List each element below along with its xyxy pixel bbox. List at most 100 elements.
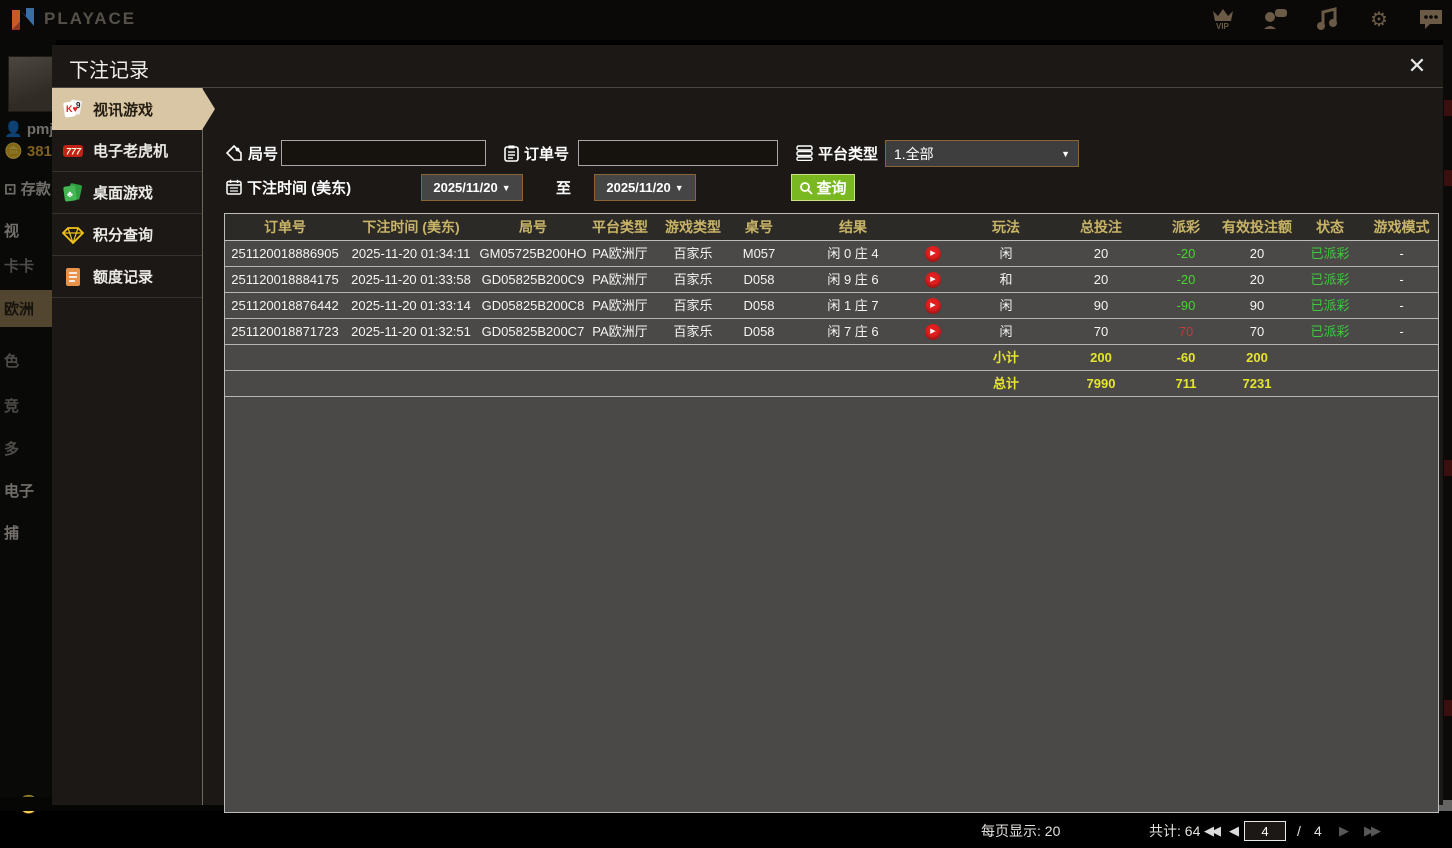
total-pages-label: 4 bbox=[1314, 823, 1322, 839]
order-number-label: 订单号 bbox=[504, 140, 569, 166]
status-cell: 已派彩 bbox=[1295, 293, 1365, 318]
date-range-to-label: 至 bbox=[556, 174, 571, 200]
table-row: 2511200188717232025-11-20 01:32:51GD0582… bbox=[225, 319, 1438, 345]
next-page-button[interactable]: ▶ bbox=[1339, 823, 1346, 839]
total-row-value: 总计 bbox=[963, 371, 1049, 396]
result-cell: 闲 9 庄 6▶ bbox=[783, 267, 963, 292]
table-cell: D058 bbox=[735, 319, 783, 344]
sidebar-item-积分查询[interactable]: 积分查询 bbox=[52, 214, 202, 256]
search-icon bbox=[799, 181, 813, 195]
table-header-row: 订单号下注时间 (美东)局号平台类型游戏类型桌号结果玩法总投注派彩有效投注额状态… bbox=[225, 214, 1438, 241]
table-cell: 20 bbox=[1219, 241, 1295, 266]
logo-text: PLAYACE bbox=[44, 9, 136, 29]
empty-cell bbox=[225, 345, 963, 370]
subtotal-row-value: 小计 bbox=[963, 345, 1049, 370]
music-icon[interactable] bbox=[1312, 4, 1342, 34]
table-cell: GM05725B200HO bbox=[477, 241, 589, 266]
modal-main: 局号 订单号 平台类型 1.全部 ▼ 下注时间 (美东) 2025/11/20 … bbox=[204, 88, 1443, 805]
pagination-bar: 每页显示: 20 共计: 64 ◀◀ ◀ / 4 ▶ ▶▶ bbox=[204, 813, 1443, 848]
column-header: 平台类型 bbox=[589, 214, 651, 240]
vip-crown-icon[interactable]: VIP bbox=[1208, 4, 1238, 34]
replay-play-icon[interactable]: ▶ bbox=[925, 246, 941, 262]
date-from-select[interactable]: 2025/11/20 ▼ bbox=[421, 174, 523, 201]
total-row-value: 711 bbox=[1153, 371, 1219, 396]
platform-list-icon bbox=[796, 145, 813, 161]
column-header: 游戏模式 bbox=[1365, 214, 1438, 240]
replay-play-icon[interactable]: ▶ bbox=[925, 324, 941, 340]
table-cell: 70 bbox=[1049, 319, 1153, 344]
table-cell: 20 bbox=[1219, 267, 1295, 292]
table-cell: 2025-11-20 01:34:11 bbox=[345, 241, 477, 266]
table-cell: 20 bbox=[1049, 267, 1153, 292]
page-number-input[interactable] bbox=[1244, 821, 1286, 841]
subtotal-row: 小计200-60200 bbox=[225, 345, 1438, 371]
sidebar-item-电子老虎机[interactable]: 777 电子老虎机 bbox=[52, 130, 202, 172]
payout-cell: -20 bbox=[1153, 241, 1219, 266]
table-cell: 2025-11-20 01:33:14 bbox=[345, 293, 477, 318]
table-cell: PA欧洲厅 bbox=[589, 293, 651, 318]
replay-play-icon[interactable]: ▶ bbox=[925, 272, 941, 288]
table-cell: 百家乐 bbox=[651, 293, 735, 318]
modal-title-bar: 下注记录 ✕ bbox=[52, 45, 1443, 88]
settings-gear-icon[interactable]: ⚙ bbox=[1364, 4, 1394, 34]
platform-type-label: 平台类型 bbox=[796, 140, 878, 166]
table-cell: GD05825B200C7 bbox=[477, 319, 589, 344]
result-cell: 闲 7 庄 6 ▶ bbox=[783, 319, 963, 344]
order-number-input[interactable] bbox=[578, 140, 778, 166]
result-text: 闲 1 庄 7 bbox=[827, 298, 878, 313]
sidebar-item-视讯游戏[interactable]: 9K♥视讯游戏 bbox=[52, 88, 202, 130]
chevron-down-icon: ▼ bbox=[502, 183, 511, 193]
round-number-input[interactable] bbox=[281, 140, 486, 166]
close-icon[interactable]: ✕ bbox=[1403, 52, 1431, 80]
total-row: 总计79907117231 bbox=[225, 371, 1438, 397]
status-cell: 已派彩 bbox=[1295, 319, 1365, 344]
messages-icon[interactable] bbox=[1416, 4, 1446, 34]
status-cell: 已派彩 bbox=[1295, 241, 1365, 266]
total-row-value: 7231 bbox=[1219, 371, 1295, 396]
empty-cell bbox=[225, 371, 963, 396]
table-cell: 闲 bbox=[963, 319, 1049, 344]
prev-page-button[interactable]: ◀ bbox=[1229, 823, 1236, 839]
bet-time-label: 下注时间 (美东) bbox=[226, 174, 351, 200]
column-header: 有效投注额 bbox=[1219, 214, 1295, 240]
table-cell: 251120018871723 bbox=[225, 319, 345, 344]
table-cell: - bbox=[1365, 267, 1438, 292]
calendar-icon bbox=[226, 179, 242, 195]
round-number-label: 局号 bbox=[226, 140, 278, 166]
sidebar-item-label: 电子老虎机 bbox=[93, 140, 168, 161]
table-row: 2511200188841752025-11-20 01:33:58GD0582… bbox=[225, 267, 1438, 293]
table-cell: - bbox=[1365, 319, 1438, 344]
subtotal-row-value: -60 bbox=[1153, 345, 1219, 370]
query-button[interactable]: 查询 bbox=[791, 174, 855, 201]
chevron-down-icon: ▼ bbox=[675, 183, 684, 193]
table-cell: 和 bbox=[963, 267, 1049, 292]
date-to-value: 2025/11/20 bbox=[606, 180, 670, 195]
payout-cell: -90 bbox=[1153, 293, 1219, 318]
support-chat-icon[interactable] bbox=[1260, 4, 1290, 34]
betting-records-modal: 下注记录 ✕ 9K♥视讯游戏 777 电子老虎机 ♣桌面游戏积分查询额度记录 局号 订… bbox=[52, 45, 1443, 805]
result-cell: 闲 0 庄 4▶ bbox=[783, 241, 963, 266]
table-cell: 90 bbox=[1049, 293, 1153, 318]
table-cell: 闲 bbox=[963, 241, 1049, 266]
table-cell: 闲 bbox=[963, 293, 1049, 318]
modal-title: 下注记录 bbox=[69, 54, 149, 83]
last-page-button[interactable]: ▶▶ bbox=[1364, 823, 1378, 839]
column-header: 下注时间 (美东) bbox=[345, 214, 477, 240]
sidebar-item-桌面游戏[interactable]: ♣桌面游戏 bbox=[52, 172, 202, 214]
video-cards-icon: 9K♥ bbox=[62, 98, 84, 120]
replay-play-icon[interactable]: ▶ bbox=[925, 298, 941, 314]
date-to-select[interactable]: 2025/11/20 ▼ bbox=[594, 174, 696, 201]
platform-type-select[interactable]: 1.全部 ▼ bbox=[885, 140, 1079, 167]
status-cell: 已派彩 bbox=[1295, 267, 1365, 292]
sidebar-item-label: 积分查询 bbox=[93, 224, 153, 245]
table-cell: PA欧洲厅 bbox=[589, 241, 651, 266]
table-row: 2511200188869052025-11-20 01:34:11GM0572… bbox=[225, 241, 1438, 267]
slots-777-icon: 777 bbox=[62, 140, 84, 162]
sidebar-item-额度记录[interactable]: 额度记录 bbox=[52, 256, 202, 298]
first-page-button[interactable]: ◀◀ bbox=[1204, 823, 1218, 839]
column-header: 玩法 bbox=[963, 214, 1049, 240]
playace-logo-icon bbox=[10, 6, 36, 32]
points-gem-icon bbox=[62, 224, 84, 246]
query-button-label: 查询 bbox=[816, 177, 846, 198]
result-text: 闲 7 庄 6 bbox=[827, 324, 878, 339]
